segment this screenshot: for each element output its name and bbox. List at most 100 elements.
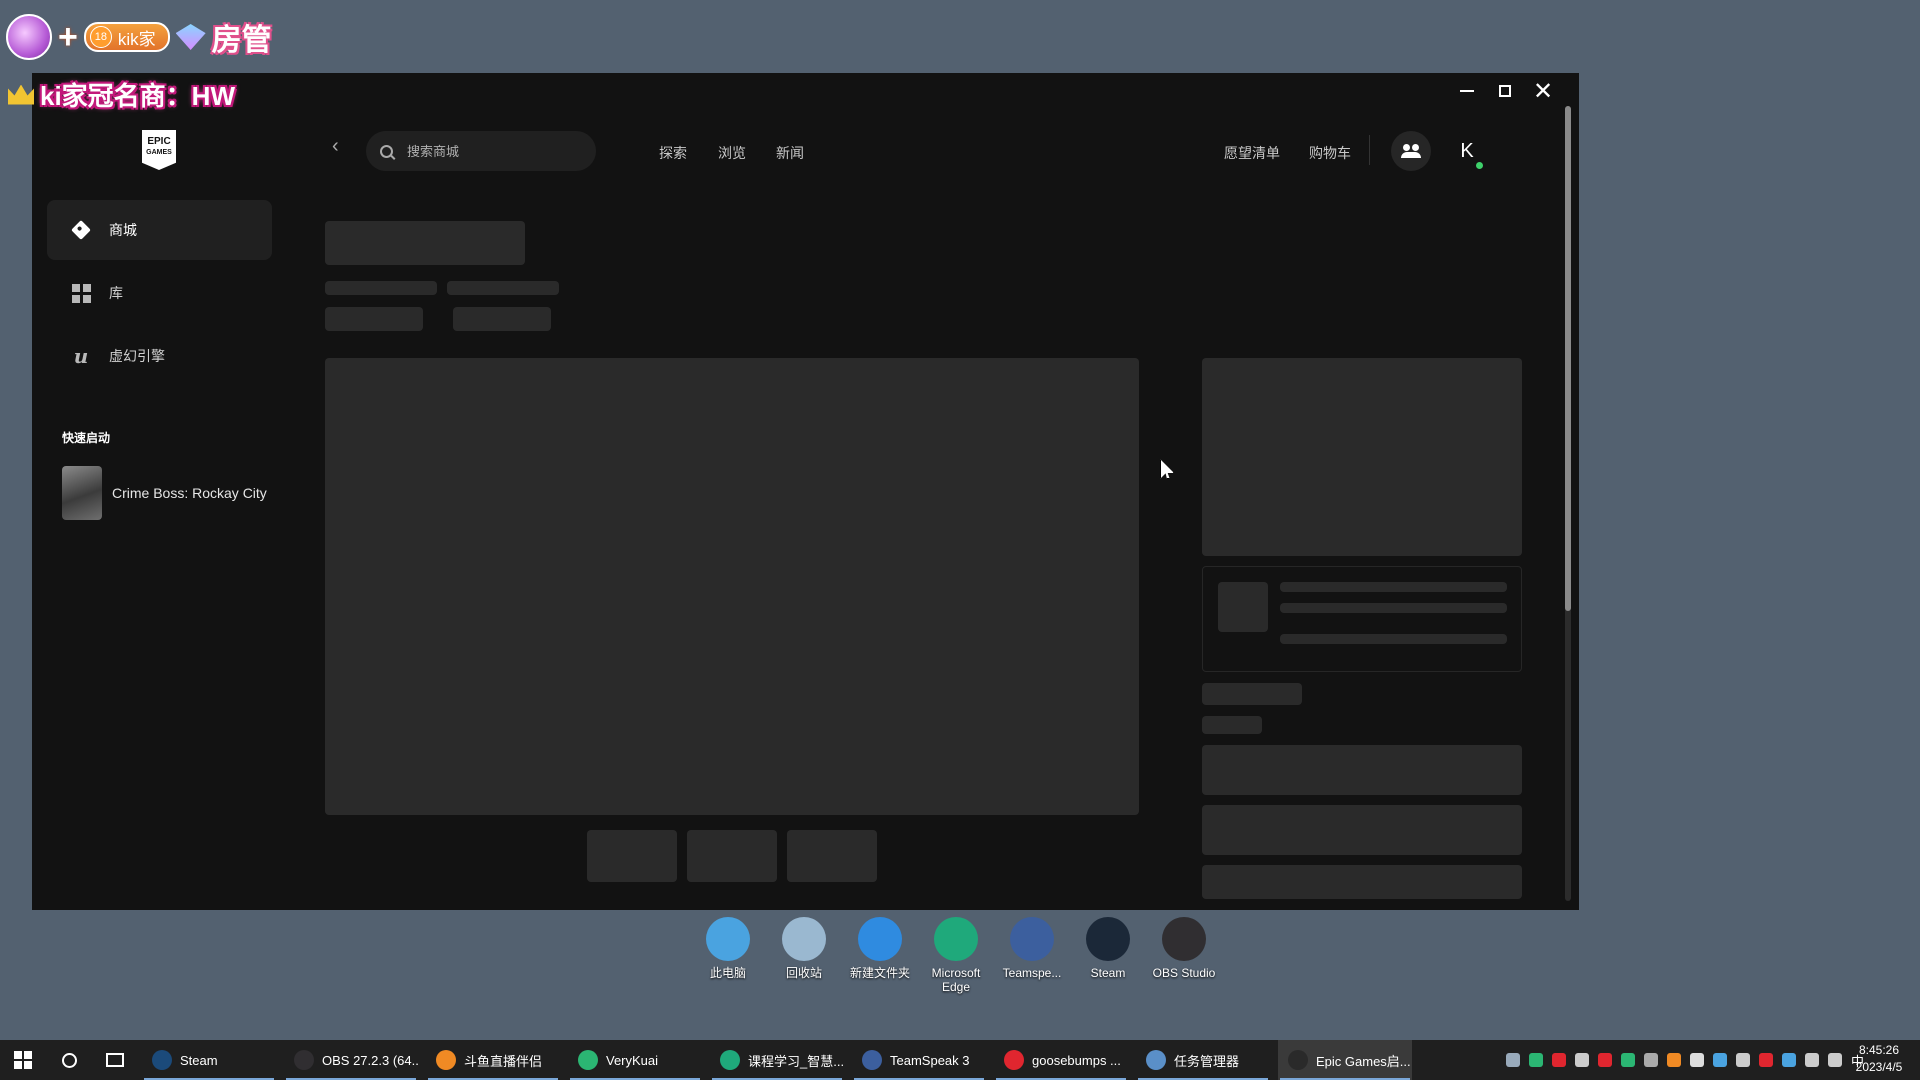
desktop-icon[interactable]: 回收站: [766, 917, 842, 994]
logo-text-games: GAMES: [146, 149, 172, 156]
fan-level-pill: 18 kik家: [83, 22, 170, 52]
steam-icon: [152, 1050, 172, 1070]
online-status-dot: [1476, 162, 1483, 169]
avatar[interactable]: K: [1447, 131, 1487, 171]
taskbar-search-button[interactable]: [46, 1040, 92, 1080]
chevron-left-icon: ‹: [332, 135, 339, 157]
scrollbar-thumb[interactable]: [1565, 106, 1571, 611]
desktop-icon[interactable]: Steam: [1070, 917, 1146, 994]
taskbar-app-label: TeamSpeak 3: [890, 1052, 970, 1068]
taskbar-app[interactable]: OBS 27.2.3 (64...: [284, 1040, 418, 1080]
tray-icon[interactable]: [1804, 1053, 1819, 1067]
game-thumbnail: [62, 466, 102, 520]
nav-link-discover[interactable]: 探索: [659, 143, 687, 163]
skeleton-line: [1280, 582, 1507, 592]
nav-link-news[interactable]: 新闻: [776, 143, 804, 163]
steam-icon: [1086, 917, 1130, 961]
tray-icon[interactable]: [1758, 1053, 1773, 1067]
skeleton-line: [447, 281, 559, 295]
clock-date: 2023/4/5: [1855, 1060, 1903, 1074]
task-manager-icon: [1146, 1050, 1166, 1070]
tray-icon[interactable]: [1620, 1053, 1635, 1067]
tray-icon[interactable]: [1574, 1053, 1589, 1067]
plus-icon: +: [58, 17, 78, 56]
sidebar-item-store[interactable]: 商城: [47, 200, 272, 260]
edge-icon: [934, 917, 978, 961]
logo-text-epic: EPIC: [147, 136, 171, 147]
mouse-cursor-icon: [1160, 459, 1174, 479]
windows-icon: [14, 1051, 32, 1069]
epic-games-logo[interactable]: EPIC GAMES: [142, 130, 176, 170]
tray-icon[interactable]: [1827, 1053, 1842, 1067]
star-folder-icon: [858, 917, 902, 961]
taskbar-app[interactable]: 任务管理器: [1136, 1040, 1270, 1080]
sidebar-item-library[interactable]: 库: [47, 263, 272, 323]
taskbar-app[interactable]: goosebumps ...: [994, 1040, 1128, 1080]
tray-icon[interactable]: [1712, 1053, 1727, 1067]
taskbar-app-label: Epic Games启...: [1316, 1053, 1411, 1069]
desktop-icon[interactable]: 此电脑: [690, 917, 766, 994]
desktop-icon[interactable]: OBS Studio: [1146, 917, 1222, 994]
tray-icon[interactable]: [1528, 1053, 1543, 1067]
back-button[interactable]: ‹: [332, 135, 339, 158]
fan-level: 18: [89, 26, 112, 48]
nav-link-browse[interactable]: 浏览: [718, 143, 746, 163]
douyu-icon: [436, 1050, 456, 1070]
search-input[interactable]: [405, 142, 579, 160]
taskbar-clock[interactable]: 8:45:26 2023/4/5: [1844, 1042, 1914, 1076]
taskbar-app[interactable]: Steam: [142, 1040, 276, 1080]
skeleton-button: [1202, 805, 1522, 855]
tray-icon[interactable]: [1505, 1053, 1520, 1067]
friends-icon: [1401, 144, 1421, 158]
desktop-icon[interactable]: Microsoft Edge: [918, 917, 994, 994]
tray-icon[interactable]: [1597, 1053, 1612, 1067]
friends-button[interactable]: [1391, 131, 1431, 171]
quick-launch-item[interactable]: Crime Boss: Rockay City: [62, 466, 272, 520]
search-box[interactable]: [366, 131, 596, 171]
grid-icon: [71, 283, 91, 303]
taskbar-app-label: goosebumps ...: [1032, 1052, 1121, 1068]
desktop-icons: 此电脑 回收站 新建文件夹 Microsoft Edge Teamspe... Steam…: [690, 917, 1222, 994]
task-view-button[interactable]: [92, 1040, 138, 1080]
tray-icon[interactable]: [1689, 1053, 1704, 1067]
tray-icon[interactable]: [1735, 1053, 1750, 1067]
desktop-icon-label: Steam: [1090, 966, 1126, 980]
unreal-icon: u: [73, 344, 89, 368]
taskbar-app[interactable]: VeryKuai: [568, 1040, 702, 1080]
task-view-icon: [106, 1053, 124, 1067]
taskbar-app[interactable]: 课程学习_智慧...: [710, 1040, 844, 1080]
taskbar-app[interactable]: Epic Games启...: [1278, 1040, 1412, 1080]
skeleton-thumbnail: [587, 830, 677, 882]
tray-icon[interactable]: [1666, 1053, 1681, 1067]
fan-badge-icon: [6, 14, 52, 60]
quick-launch-title: 快速启动: [62, 431, 111, 445]
recycle-bin-icon: [782, 917, 826, 961]
skeleton-line: [1280, 634, 1507, 644]
tag-icon: [71, 220, 91, 240]
tray-icon[interactable]: [1551, 1053, 1566, 1067]
desktop-icon-label: Microsoft Edge: [931, 966, 981, 994]
cart-link[interactable]: 购物车: [1309, 143, 1351, 163]
avatar-letter: K: [1460, 139, 1474, 162]
skeleton-button: [1202, 865, 1522, 899]
skeleton-small: [1202, 716, 1262, 734]
desktop-icon-label: 回收站: [785, 966, 822, 980]
search-icon: [380, 144, 393, 158]
clock-time: 8:45:26: [1858, 1043, 1900, 1057]
edge-icon: [720, 1050, 740, 1070]
taskbar-app[interactable]: 斗鱼直播伴侣: [426, 1040, 560, 1080]
tray-icon[interactable]: [1643, 1053, 1658, 1067]
tray-icon[interactable]: [1781, 1053, 1796, 1067]
fan-club-name: kik家: [117, 29, 156, 49]
epic-icon: [1288, 1050, 1308, 1070]
start-button[interactable]: [0, 1040, 46, 1080]
taskbar-app[interactable]: TeamSpeak 3: [852, 1040, 986, 1080]
wishlist-link[interactable]: 愿望清单: [1224, 143, 1280, 163]
sidebar-item-unreal-engine[interactable]: u 虚幻引擎: [47, 326, 272, 386]
system-tray: 中: [1505, 1040, 1864, 1080]
netease-music-icon: [1004, 1050, 1024, 1070]
desktop-icon[interactable]: 新建文件夹: [842, 917, 918, 994]
taskbar-app-label: 课程学习_智慧...: [748, 1053, 844, 1069]
desktop-icon[interactable]: Teamspe...: [994, 917, 1070, 994]
scrollbar[interactable]: [1565, 106, 1571, 901]
